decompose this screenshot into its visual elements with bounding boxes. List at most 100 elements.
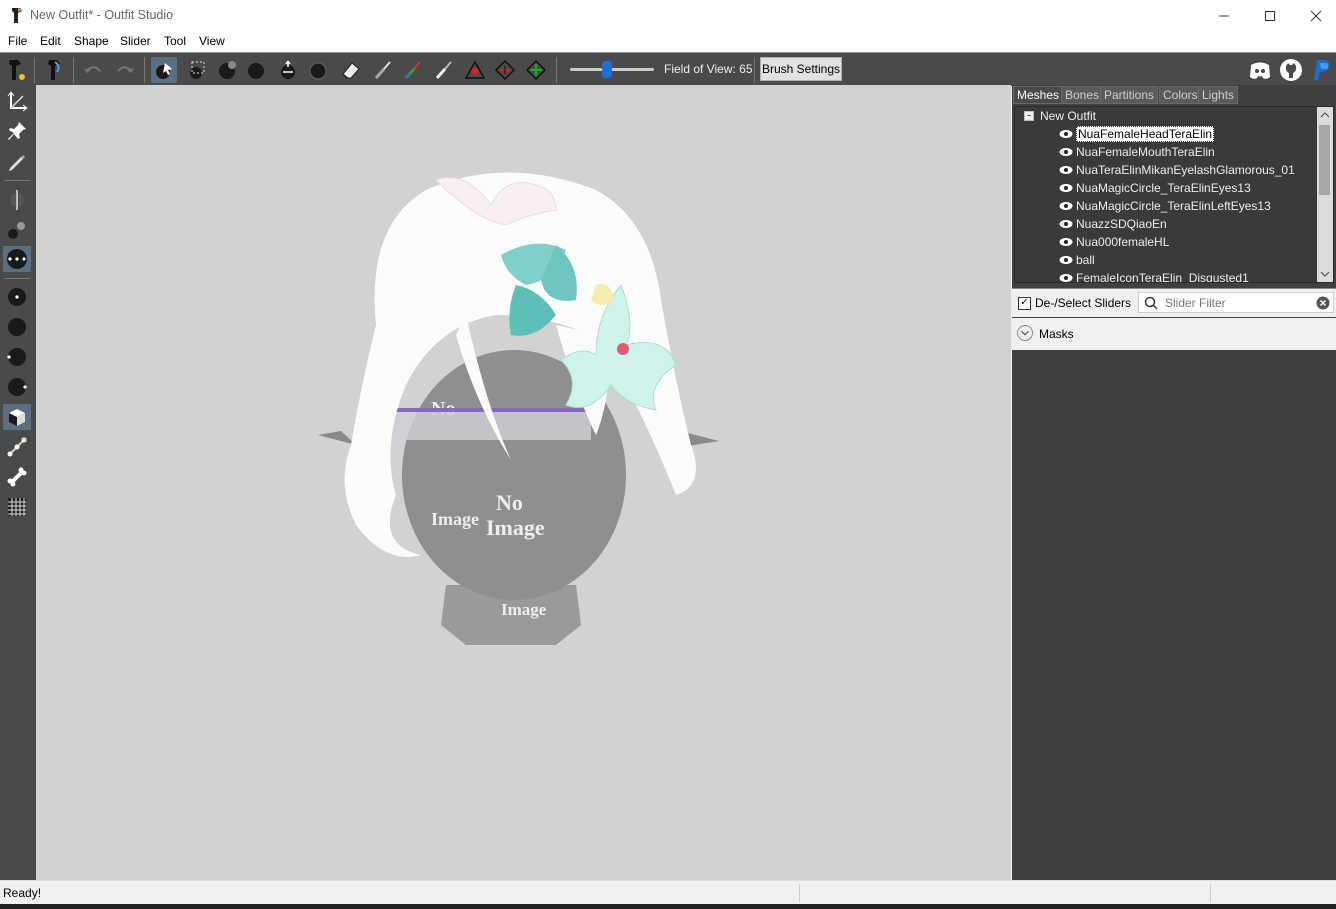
- mesh-item[interactable]: ball: [1059, 251, 1095, 269]
- select-tool-button[interactable]: [151, 57, 177, 83]
- scroll-up-icon[interactable]: [1317, 108, 1333, 122]
- mesh-tree[interactable]: − New Outfit NuaFemaleHeadTeraElin NuaFe…: [1014, 106, 1334, 283]
- paypal-button[interactable]: [1309, 57, 1335, 83]
- slider-filter-input[interactable]: [1163, 294, 1315, 312]
- github-button[interactable]: [1278, 57, 1304, 83]
- bones-mode-button[interactable]: [3, 464, 31, 490]
- window-title: New Outfit* - Outfit Studio: [30, 8, 174, 22]
- menu-file[interactable]: File: [8, 34, 27, 48]
- masks-label: Masks: [1039, 327, 1074, 341]
- eye-icon[interactable]: [1059, 183, 1073, 193]
- checkbox-checked-icon[interactable]: ✓: [1018, 296, 1031, 310]
- mesh-item[interactable]: NuazzSDQiaoEn: [1059, 215, 1167, 233]
- brush-size-small-button[interactable]: [3, 284, 31, 310]
- menu-view[interactable]: View: [199, 34, 225, 48]
- scroll-thumb[interactable]: [1319, 125, 1330, 195]
- tab-colors[interactable]: Colors: [1159, 86, 1202, 104]
- eye-icon[interactable]: [1059, 273, 1073, 283]
- chevron-down-icon[interactable]: [1017, 325, 1033, 341]
- redo-button[interactable]: [112, 57, 138, 83]
- flower-center: [617, 343, 629, 355]
- color-brush-button[interactable]: [400, 57, 426, 83]
- discord-button[interactable]: [1247, 57, 1273, 83]
- vertex-select-icon: [10, 190, 24, 210]
- collapse-icon[interactable]: −: [1024, 111, 1034, 121]
- eraser-button[interactable]: [338, 57, 364, 83]
- unmask-brush-button[interactable]: [243, 57, 269, 83]
- mesh-item[interactable]: NuaMagicCircle_TeraElinLeftEyes13: [1059, 197, 1271, 215]
- smooth-brush-button[interactable]: [305, 57, 331, 83]
- mesh-mode-button[interactable]: [3, 404, 31, 430]
- new-project-button[interactable]: [3, 57, 29, 83]
- tree-root[interactable]: − New Outfit: [1024, 109, 1096, 123]
- mesh-item[interactable]: NuaFemaleMouthTeraElin: [1059, 143, 1215, 161]
- deselect-sliders-checkbox[interactable]: ✓ De-/Select Sliders: [1018, 296, 1131, 310]
- flip-edge-button[interactable]: [492, 57, 518, 83]
- eye-icon[interactable]: [1059, 219, 1073, 229]
- brush-falloff-left-button[interactable]: [3, 344, 31, 370]
- undo-icon: [84, 66, 101, 73]
- masks-section-header[interactable]: Masks: [1012, 318, 1336, 350]
- mesh-item-label: NuaFemaleHeadTeraElin: [1076, 126, 1215, 142]
- eye-icon[interactable]: [1059, 201, 1073, 211]
- tab-bones[interactable]: Bones: [1061, 86, 1104, 104]
- brush-falloff-right-button[interactable]: [3, 374, 31, 400]
- alpha-brush-button[interactable]: [431, 57, 457, 83]
- menu-tool[interactable]: Tool: [164, 34, 186, 48]
- eye-icon[interactable]: [1059, 147, 1073, 157]
- transform-icon: [7, 91, 28, 112]
- split-edge-button[interactable]: [523, 57, 549, 83]
- mesh-item-label: FemaleIconTeraElin_Disgusted1: [1076, 271, 1249, 283]
- pivot-tool-button[interactable]: [3, 118, 31, 144]
- weight-brush-button[interactable]: [370, 57, 396, 83]
- search-icon: [1144, 296, 1158, 310]
- move-brush-button[interactable]: [275, 57, 301, 83]
- eye-icon[interactable]: [1059, 129, 1073, 139]
- tree-scrollbar[interactable]: [1317, 107, 1333, 282]
- grid-toggle-button[interactable]: [3, 494, 31, 520]
- slider-filter-field[interactable]: [1138, 292, 1334, 313]
- scroll-down-icon[interactable]: [1317, 267, 1333, 281]
- fov-slider-track[interactable]: [570, 68, 654, 71]
- edge-mode-button[interactable]: [3, 434, 31, 460]
- menu-edit[interactable]: Edit: [40, 34, 61, 48]
- transform-tool-button[interactable]: [3, 88, 31, 114]
- mesh-item[interactable]: FemaleIconTeraElin_Disgusted1: [1059, 269, 1249, 283]
- dot-circle-icon: [8, 288, 26, 306]
- eye-icon[interactable]: [1059, 165, 1073, 175]
- maximize-button[interactable]: [1247, 0, 1293, 31]
- paint-brush-icon: [374, 61, 391, 79]
- left-tool-column: [0, 85, 36, 880]
- collapse-vertex-button[interactable]: [462, 57, 488, 83]
- 3d-viewport[interactable]: No No Image Image Image: [36, 85, 1011, 880]
- mask-brush-button[interactable]: [214, 57, 240, 83]
- close-button[interactable]: [1293, 0, 1336, 31]
- select-area-button[interactable]: [184, 57, 210, 83]
- eye-icon[interactable]: [1059, 237, 1073, 247]
- mesh-item[interactable]: Nua000femaleHL: [1059, 233, 1169, 251]
- alpha-brush-icon: [435, 61, 452, 79]
- menu-shape[interactable]: Shape: [74, 34, 109, 48]
- mesh-item[interactable]: NuaMagicCircle_TeraElinEyes13: [1059, 179, 1251, 197]
- eye-icon[interactable]: [1059, 255, 1073, 265]
- mesh-item[interactable]: NuaFemaleHeadTeraElin: [1059, 125, 1215, 143]
- fov-slider-thumb[interactable]: [602, 61, 612, 78]
- brush-points-button[interactable]: [3, 246, 31, 272]
- menu-slider[interactable]: Slider: [120, 34, 151, 48]
- vertex-edit-button[interactable]: [3, 148, 31, 174]
- clear-search-icon[interactable]: [1316, 296, 1330, 310]
- tab-meshes[interactable]: Meshes: [1013, 86, 1064, 104]
- cluster-select-button[interactable]: [3, 216, 31, 242]
- tab-partitions[interactable]: Partitions: [1100, 86, 1159, 104]
- brush-size-medium-button[interactable]: [3, 314, 31, 340]
- brush-settings-button[interactable]: Brush Settings: [760, 57, 842, 81]
- tab-lights[interactable]: Lights: [1198, 86, 1239, 104]
- smooth-brush-icon: [309, 62, 327, 80]
- undo-button[interactable]: [80, 57, 106, 83]
- load-reference-button[interactable]: [42, 57, 68, 83]
- tree-root-label: New Outfit: [1040, 109, 1097, 123]
- minimize-button[interactable]: [1201, 0, 1247, 31]
- mesh-item[interactable]: NuaTeraElinMikanEyelashGlamorous_01: [1059, 161, 1295, 179]
- window-bottom-edge: [0, 904, 1336, 909]
- vertex-select-button[interactable]: [3, 186, 31, 212]
